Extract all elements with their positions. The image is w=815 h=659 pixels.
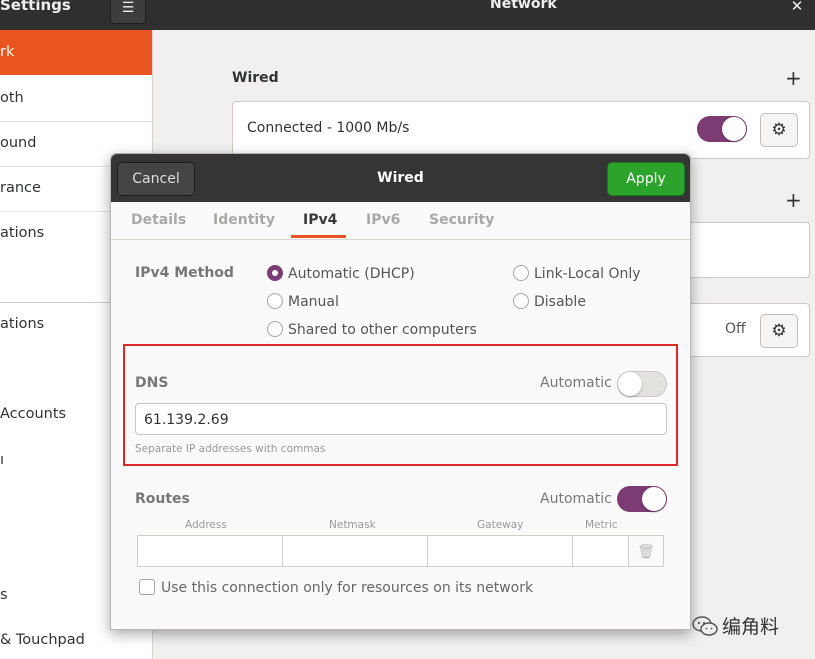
radio-icon [267,321,283,337]
sidebar-item-label: oth [0,90,24,106]
col-metric: Metric [585,519,618,531]
sidebar-item-label: s [0,587,8,603]
apply-button[interactable]: Apply [607,162,685,196]
sidebar-item-label: ations [0,316,45,332]
method-link-local-radio[interactable]: Link-Local Only [513,265,641,283]
toggle-knob [642,487,666,511]
hamburger-icon: ☰ [121,0,135,16]
dns-hint: Separate IP addresses with commas [135,443,326,455]
radio-icon [513,265,529,281]
wired-connection-card: Connected - 1000 Mb/s ⚙ [232,101,810,159]
menu-button[interactable]: ☰ [110,0,146,24]
toggle-knob [618,372,642,396]
checkbox-icon [139,579,155,595]
method-manual-label: Manual [288,294,339,310]
top-header-bar: Settings ☰ Network ✕ [0,0,815,30]
connection-status-label: Connected - 1000 Mb/s [247,120,410,136]
radio-icon [267,293,283,309]
routes-label: Routes [135,491,190,507]
delete-route-button[interactable]: 🗑 [628,535,664,567]
dns-automatic-toggle[interactable] [617,371,667,397]
radio-icon [513,293,529,309]
dialog-title: Wired [377,170,424,186]
active-tab-indicator [291,235,346,238]
method-disable-label: Disable [534,294,586,310]
page-title: Network [490,0,557,12]
tab-ipv4[interactable]: IPv4 [303,202,337,239]
route-metric-input[interactable] [572,535,629,567]
app-title: Settings [0,0,71,14]
sidebar-item-label: ations [0,225,45,241]
sidebar-item-network[interactable]: rk [0,30,152,75]
sidebar-item-label: & Touchpad [0,632,85,648]
sidebar-item-bluetooth[interactable]: oth [0,76,152,122]
method-link-local-label: Link-Local Only [534,266,641,282]
wired-settings-button[interactable]: ⚙ [760,113,798,147]
col-address: Address [185,519,227,531]
route-gateway-input[interactable] [427,535,573,567]
routes-automatic-label: Automatic [540,491,612,507]
only-resources-checkbox[interactable]: Use this connection only for resources o… [139,579,533,596]
toggle-knob [722,117,746,141]
method-automatic-label: Automatic (DHCP) [288,266,415,282]
wired-section-title: Wired [232,70,279,86]
trash-icon: 🗑 [637,544,655,560]
radio-checked-icon [267,265,283,281]
col-netmask: Netmask [329,519,376,531]
sidebar-item-label: ı [0,452,5,468]
sidebar-item-label: ound [0,135,37,151]
sidebar-item-label: Accounts [0,406,67,422]
watermark-text: 编角料 [722,616,780,638]
gear-icon: ⚙ [771,120,787,140]
method-shared-radio[interactable]: Shared to other computers [267,321,477,339]
add-vpn-button[interactable]: + [785,190,802,210]
method-shared-label: Shared to other computers [288,322,477,338]
dialog-header: Cancel Wired Apply [111,154,690,202]
gear-icon: ⚙ [771,321,787,341]
add-wired-button[interactable]: + [785,68,802,88]
routes-automatic-toggle[interactable] [617,486,667,512]
dns-label: DNS [135,375,169,391]
tab-details[interactable]: Details [131,202,186,239]
route-address-input[interactable] [137,535,283,567]
close-button[interactable]: ✕ [783,0,811,18]
sidebar-item-label: rk [0,44,15,60]
dns-automatic-label: Automatic [540,375,612,391]
method-manual-radio[interactable]: Manual [267,293,339,311]
close-icon: ✕ [790,0,804,15]
sidebar-item-label: rance [0,180,41,196]
only-resources-label: Use this connection only for resources o… [161,580,534,596]
tab-ipv6[interactable]: IPv6 [366,202,400,239]
watermark: 编角料 [692,612,779,639]
dns-input[interactable]: 61.139.2.69 [135,403,667,435]
wired-toggle[interactable] [697,116,747,142]
ipv4-method-label: IPv4 Method [135,265,234,281]
proxy-settings-button[interactable]: ⚙ [760,314,798,348]
wired-settings-dialog: Cancel Wired Apply Details Identity IPv4… [110,153,691,630]
method-automatic-radio[interactable]: Automatic (DHCP) [267,265,415,283]
route-netmask-input[interactable] [282,535,428,567]
dialog-tabs: Details Identity IPv4 IPv6 Security [111,202,690,240]
proxy-status-label: Off [725,321,746,337]
tab-identity[interactable]: Identity [213,202,275,239]
method-disable-radio[interactable]: Disable [513,293,586,311]
tab-security[interactable]: Security [429,202,494,239]
wechat-icon [692,616,718,636]
col-gateway: Gateway [477,519,524,531]
